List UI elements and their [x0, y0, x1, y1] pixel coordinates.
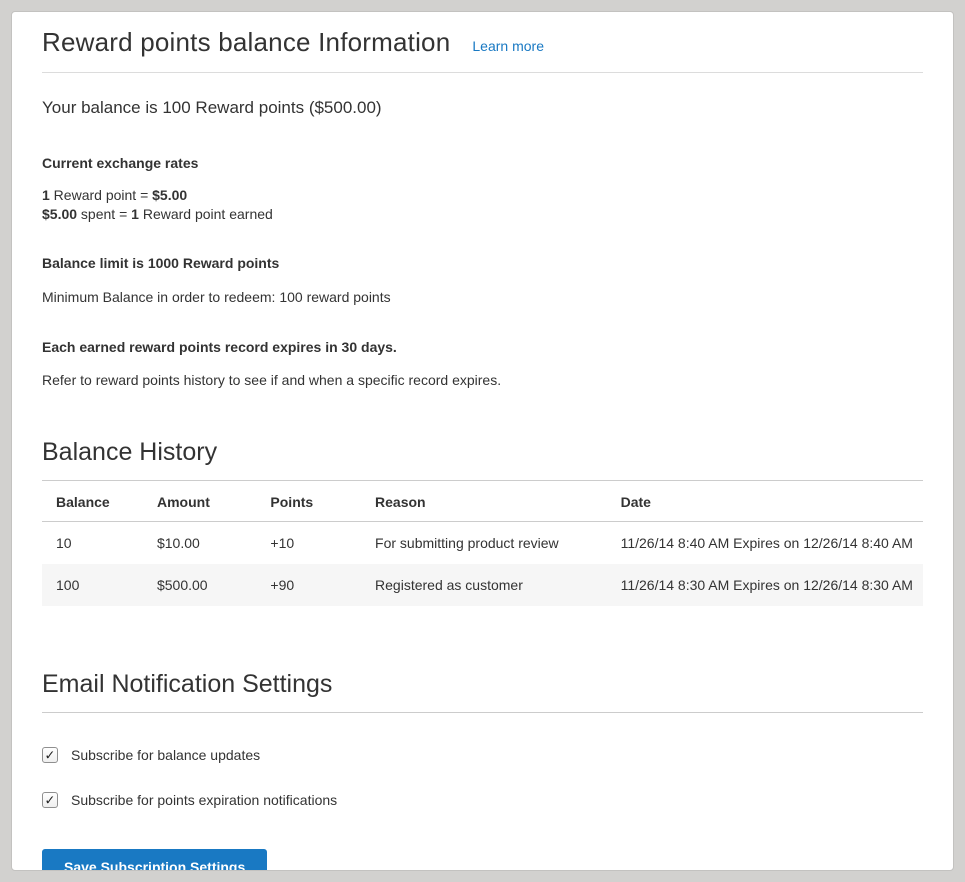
rate2-points: 1 [131, 206, 139, 222]
checkbox-label: Subscribe for points expiration notifica… [71, 792, 337, 808]
email-notification-section: Email Notification Settings ✓ Subscribe … [42, 670, 923, 871]
page-header: Reward points balance Information Learn … [42, 27, 923, 73]
cell-points: +90 [260, 564, 365, 606]
rate1-amount: $5.00 [152, 187, 187, 203]
rate2-mid: spent = [77, 206, 131, 222]
column-header-points: Points [260, 481, 365, 522]
expiration-notifications-checkbox[interactable]: ✓ [42, 792, 58, 808]
checkmark-icon: ✓ [45, 793, 56, 806]
rate1-mid: Reward point = [50, 187, 152, 203]
save-subscription-settings-button[interactable]: Save Subscription Settings [42, 849, 267, 871]
cell-points: +10 [260, 522, 365, 565]
balance-updates-checkbox[interactable]: ✓ [42, 747, 58, 763]
checkbox-label: Subscribe for balance updates [71, 747, 260, 763]
rate1-points: 1 [42, 187, 50, 203]
cell-date: 11/26/14 8:40 AM Expires on 12/26/14 8:4… [611, 522, 923, 565]
exchange-rates-heading: Current exchange rates [42, 154, 923, 173]
cell-reason: Registered as customer [365, 564, 611, 606]
balance-history-heading: Balance History [42, 438, 923, 481]
column-header-amount: Amount [147, 481, 260, 522]
balance-history-section: Balance History Balance Amount Points Re… [42, 438, 923, 606]
table-row: 10 $10.00 +10 For submitting product rev… [42, 522, 923, 565]
balance-limit-text: Balance limit is 1000 Reward points [42, 254, 923, 273]
page-background: Reward points balance Information Learn … [0, 0, 965, 882]
subscribe-balance-updates-row: ✓ Subscribe for balance updates [42, 747, 923, 763]
page-title: Reward points balance Information [42, 27, 450, 58]
rate2-tail: Reward point earned [139, 206, 273, 222]
cell-amount: $500.00 [147, 564, 260, 606]
column-header-date: Date [611, 481, 923, 522]
column-header-reason: Reason [365, 481, 611, 522]
cell-reason: For submitting product review [365, 522, 611, 565]
email-settings-heading: Email Notification Settings [42, 670, 923, 713]
checkmark-icon: ✓ [45, 748, 56, 761]
balance-history-table: Balance Amount Points Reason Date 10 $10… [42, 481, 923, 606]
balance-summary: Your balance is 100 Reward points ($500.… [42, 98, 923, 117]
cell-balance: 100 [42, 564, 147, 606]
cell-amount: $10.00 [147, 522, 260, 565]
reward-points-card: Reward points balance Information Learn … [11, 11, 954, 871]
expiration-note-text: Refer to reward points history to see if… [42, 371, 923, 390]
cell-balance: 10 [42, 522, 147, 565]
column-header-balance: Balance [42, 481, 147, 522]
cell-date: 11/26/14 8:30 AM Expires on 12/26/14 8:3… [611, 564, 923, 606]
rate2-amount: $5.00 [42, 206, 77, 222]
exchange-rates-text: 1 Reward point = $5.00 $5.00 spent = 1 Re… [42, 186, 923, 224]
minimum-redeem-text: Minimum Balance in order to redeem: 100 … [42, 288, 923, 307]
learn-more-link[interactable]: Learn more [472, 38, 544, 54]
subscribe-expiration-notifications-row: ✓ Subscribe for points expiration notifi… [42, 792, 923, 808]
table-header-row: Balance Amount Points Reason Date [42, 481, 923, 522]
table-row: 100 $500.00 +90 Registered as customer 1… [42, 564, 923, 606]
expiration-rule-text: Each earned reward points record expires… [42, 338, 923, 357]
